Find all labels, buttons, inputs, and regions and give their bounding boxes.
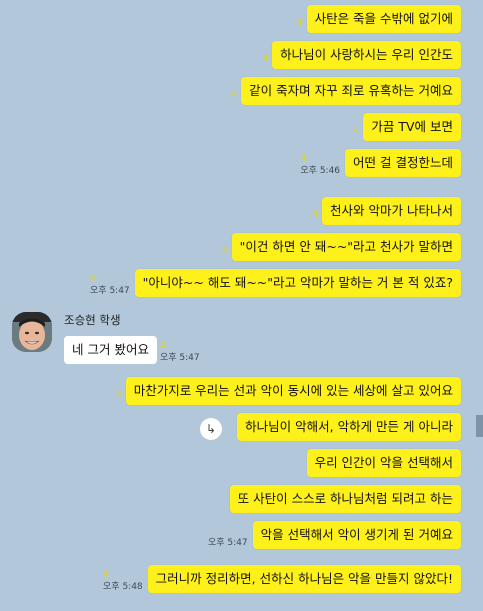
message-bubble[interactable]: 악을 선택해서 악이 생기게 된 거예요 xyxy=(252,521,461,549)
message-meta: 4 오후 5:47 xyxy=(160,340,200,364)
message-bubble[interactable]: 천사와 악마가 나타나서 xyxy=(322,197,461,225)
message-row: 4 하나님이 사랑하시는 우리 인간도 xyxy=(262,41,461,69)
message-row: 하나님이 악해서, 악하게 만든 게 아니라 xyxy=(237,413,461,441)
message-row: 또 사탄이 스스로 하나님처럼 되려고 하는 xyxy=(229,485,461,513)
message-row: 4 마찬가지로 우리는 선과 악이 동시에 있는 세상에 살고 있어요 xyxy=(116,377,461,405)
message-time: 오후 5:46 xyxy=(300,166,341,176)
message-time: 오후 5:47 xyxy=(159,353,200,363)
message-meta: 4 오후 5:46 xyxy=(300,149,345,177)
unread-count: 4 xyxy=(300,154,307,164)
avatar[interactable] xyxy=(12,312,52,352)
message-row: 4 오후 5:47 "아니야~~ 해도 돼~~"라고 악마가 말하는 거 본 적… xyxy=(90,269,461,297)
message-bubble[interactable]: 같이 죽자며 자꾸 죄로 유혹하는 거예요 xyxy=(241,77,461,105)
unread-count: 4 xyxy=(159,341,166,351)
scrollbar-thumb[interactable] xyxy=(476,415,483,437)
message-time: 오후 5:48 xyxy=(103,582,143,592)
message-meta: 4 오후 5:47 xyxy=(90,269,135,297)
unread-count: 4 xyxy=(115,390,122,400)
message-bubble[interactable]: 사탄은 죽을 수밖에 없기에 xyxy=(306,5,461,33)
message-bubble[interactable]: 우리 인간이 악을 선택해서 xyxy=(306,449,461,477)
chat-area: 4 사탄은 죽을 수밖에 없기에 4 하나님이 사랑하시는 우리 인간도 4 같… xyxy=(0,0,483,611)
unread-count: 4 xyxy=(103,570,109,580)
message-row: 오후 5:47 악을 선택해서 악이 생기게 된 거예요 xyxy=(208,521,461,549)
message-bubble[interactable]: 하나님이 악해서, 악하게 만든 게 아니라 xyxy=(237,413,461,441)
message-bubble[interactable]: 네 그거 봤어요 xyxy=(64,336,157,364)
message-meta: 4 오후 5:48 xyxy=(103,565,148,593)
message-row: 4 오후 5:48 그러니까 정리하면, 선하신 하나님은 악을 만들지 않았다… xyxy=(103,565,461,593)
unread-count: 4 xyxy=(312,210,319,220)
message-row: 4 사탄은 죽을 수밖에 없기에 xyxy=(297,5,461,33)
message-row: 4 같이 죽자며 자꾸 죄로 유혹하는 거예요 xyxy=(231,77,461,105)
message-bubble[interactable]: 하나님이 사랑하시는 우리 인간도 xyxy=(272,41,461,69)
incoming-message-row: 네 그거 봤어요 4 오후 5:47 xyxy=(64,336,200,364)
message-bubble[interactable]: 그러니까 정리하면, 선하신 하나님은 악을 만들지 않았다! xyxy=(147,565,461,593)
message-row: 4 "이건 하면 안 돼~~"라고 천사가 말하면 xyxy=(222,233,461,261)
message-row: 4 천사와 악마가 나타나서 xyxy=(312,197,461,225)
unread-count: 4 xyxy=(353,126,360,136)
message-meta: 오후 5:47 xyxy=(208,521,253,549)
message-time: 오후 5:47 xyxy=(90,286,130,296)
message-bubble[interactable]: 마찬가지로 우리는 선과 악이 동시에 있는 세상에 살고 있어요 xyxy=(125,377,461,405)
unread-count: 4 xyxy=(262,54,269,64)
message-bubble[interactable]: "아니야~~ 해도 돼~~"라고 악마가 말하는 거 본 적 있죠? xyxy=(134,269,461,297)
unread-count: 4 xyxy=(296,18,303,28)
avatar-image xyxy=(12,312,52,352)
message-bubble[interactable]: "이건 하면 안 돼~~"라고 천사가 말하면 xyxy=(231,233,461,261)
message-row: 4 가끔 TV에 보면 xyxy=(354,113,461,141)
message-row: 4 오후 5:46 어떤 걸 결정한느데 xyxy=(300,149,461,177)
message-bubble[interactable]: 가끔 TV에 보면 xyxy=(363,113,461,141)
unread-count: 4 xyxy=(231,90,238,100)
message-row: 우리 인간이 악을 선택해서 xyxy=(306,449,461,477)
sender-name[interactable]: 조승현 학생 xyxy=(64,312,121,328)
message-bubble[interactable]: 또 사탄이 스스로 하나님처럼 되려고 하는 xyxy=(229,485,461,513)
message-time: 오후 5:47 xyxy=(207,538,248,548)
message-bubble[interactable]: 어떤 걸 결정한느데 xyxy=(345,149,461,177)
unread-count: 4 xyxy=(90,274,96,284)
reply-arrow-icon[interactable]: ↳ xyxy=(200,418,222,440)
unread-count: 4 xyxy=(221,246,228,256)
scrollbar-track[interactable] xyxy=(475,0,483,611)
